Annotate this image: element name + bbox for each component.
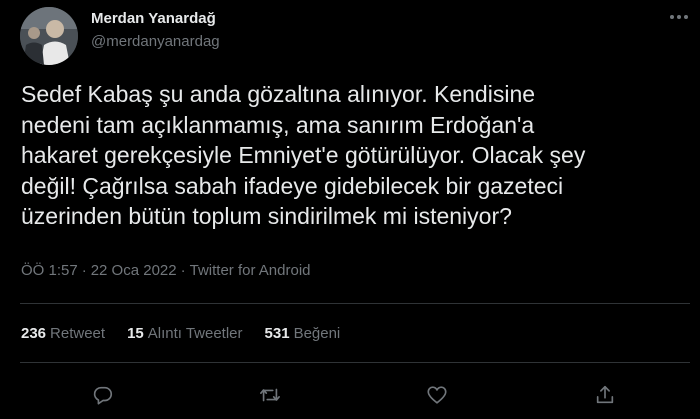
meta-separator: · [180, 262, 186, 279]
divider [20, 362, 690, 363]
tweet-stats: 236 Retweet 15 Alıntı Tweetler 531 Beğeni [21, 325, 362, 342]
author-name[interactable]: Merdan Yanardağ [91, 10, 216, 27]
tweet-time[interactable]: ÖÖ 1:57 [21, 262, 78, 279]
retweet-icon[interactable] [256, 381, 284, 409]
retweet-count: 236 [21, 325, 47, 342]
like-stat[interactable]: 531 Beğeni [265, 325, 341, 342]
like-icon[interactable] [423, 381, 451, 409]
tweet-source[interactable]: Twitter for Android [190, 262, 311, 279]
retweet-label: Retweet [50, 325, 106, 342]
share-icon[interactable] [591, 381, 619, 409]
tweet-meta: ÖÖ 1:57 · 22 Oca 2022 · Twitter for Android [21, 262, 311, 279]
tweet: Merdan Yanardağ @merdanyanardag Sedef Ka… [0, 0, 700, 419]
avatar[interactable] [20, 7, 78, 65]
author-handle[interactable]: @merdanyanardag [91, 33, 220, 50]
retweet-stat[interactable]: 236 Retweet [21, 325, 105, 342]
quote-count: 15 [127, 325, 144, 342]
action-bar [0, 381, 700, 409]
tweet-date[interactable]: 22 Oca 2022 [91, 262, 177, 279]
like-count: 531 [264, 325, 290, 342]
reply-icon[interactable] [89, 381, 117, 409]
quote-stat[interactable]: 15 Alıntı Tweetler [127, 325, 242, 342]
meta-separator: · [81, 262, 87, 279]
divider [20, 303, 690, 304]
quote-label: Alıntı Tweetler [147, 325, 243, 342]
more-icon[interactable] [664, 6, 694, 28]
tweet-text: Sedef Kabaş şu anda gözaltına alınıyor. … [21, 81, 586, 230]
like-label: Beğeni [293, 325, 341, 342]
